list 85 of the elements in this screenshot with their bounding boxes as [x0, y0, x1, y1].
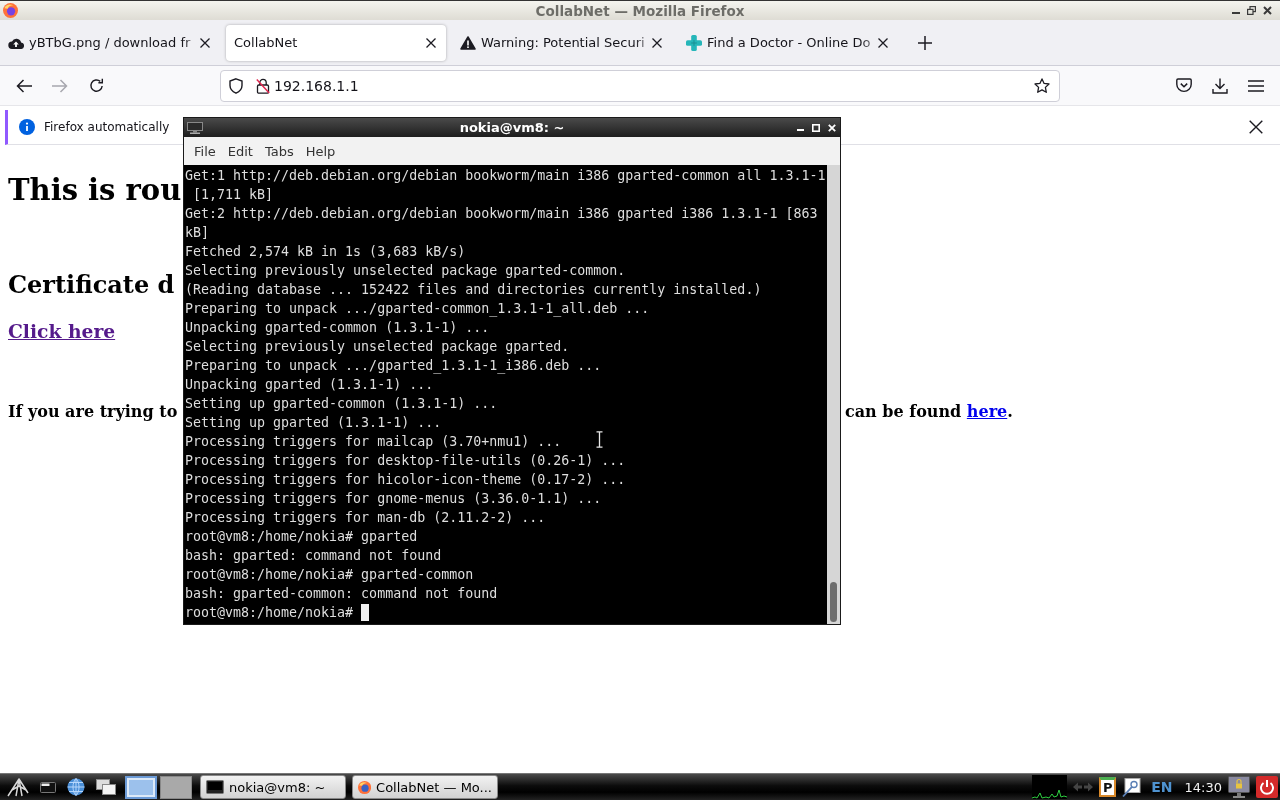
window-title: CollabNet — Mozilla Firefox — [535, 2, 745, 19]
warning-icon — [460, 35, 476, 50]
start-menu-icon[interactable] — [7, 777, 29, 797]
cloud-upload-icon — [8, 36, 24, 49]
text-cursor-icon — [596, 431, 603, 448]
browser-tab[interactable]: Warning: Potential Securi — [452, 24, 672, 61]
browser-tab[interactable]: CollabNet — [226, 24, 446, 61]
terminal-line: Unpacking gparted-common (1.3.1-1) ... — [185, 319, 490, 337]
close-icon[interactable] — [426, 37, 436, 48]
task-button[interactable]: nokia@vm8: ~ — [200, 775, 346, 799]
browser-logo-icon — [358, 778, 372, 796]
terminal-line: Processing triggers for desktop-file-utils (0.26-1) ... — [185, 452, 626, 470]
clipboard-button[interactable]: P — [1099, 777, 1117, 797]
terminal-line: [1,711 kB] — [192, 186, 274, 204]
back-arrow-icon[interactable] — [16, 78, 32, 93]
here-link[interactable]: here — [966, 402, 1008, 421]
lock-icon[interactable] — [256, 77, 270, 94]
overlapping-windows-icon[interactable] — [96, 779, 116, 795]
scrollbar-thumb[interactable] — [830, 582, 837, 622]
globe-icon[interactable] — [67, 778, 85, 796]
task-button[interactable]: CollabNet — Mo... — [352, 775, 498, 799]
terminal-line: Processing triggers for gnome-menus (3.36.0-1.1) ... — [185, 490, 602, 508]
browser-tab[interactable]: yBTbG.png / download fr — [0, 24, 220, 61]
restore-icon[interactable] — [1247, 6, 1256, 15]
close-icon[interactable] — [1263, 6, 1272, 15]
plus-icon[interactable] — [918, 35, 932, 50]
menu-item[interactable]: Tabs — [258, 143, 300, 159]
magnifier-icon[interactable] — [1122, 777, 1142, 797]
terminal-line: Preparing to unpack .../gparted-common_1.3.1-1_all.deb ... — [185, 300, 650, 318]
clock: 14:30 — [1184, 779, 1222, 795]
power-icon[interactable] — [1256, 776, 1278, 798]
info-icon — [19, 119, 35, 135]
browser-logo-icon — [3, 3, 18, 18]
close-icon[interactable] — [878, 37, 888, 48]
close-icon[interactable] — [652, 37, 662, 48]
shield-icon[interactable] — [229, 77, 243, 94]
terminal-line: Get:2 http://deb.debian.org/debian bookworm/main i386 gparted i386 1.3.1-1 [863 — [185, 205, 818, 223]
terminal-line: Unpacking gparted (1.3.1-1) ... — [185, 376, 434, 394]
note-text: If you are trying to — [8, 402, 178, 421]
terminal-line: Setting up gparted (1.3.1-1) ... — [185, 414, 442, 432]
desktop-button[interactable] — [160, 775, 192, 799]
desktop-button[interactable] — [125, 775, 157, 799]
page-link[interactable]: Click here — [8, 320, 116, 342]
cross-icon — [686, 34, 702, 51]
monitor-lock-icon[interactable] — [1228, 776, 1250, 798]
reload-icon[interactable] — [88, 78, 104, 93]
terminal-line: Get:1 http://deb.debian.org/debian bookworm/main i386 gparted-common all 1.3.1-1 — [185, 167, 826, 185]
terminal-line: Processing triggers for man-db (2.11.2-2) ... — [185, 509, 546, 527]
maximize-icon[interactable] — [812, 123, 820, 132]
terminal-line: bash: gparted-common: command not found — [185, 585, 498, 603]
url-field[interactable]: 192.168.1.1 — [220, 69, 1060, 102]
page-heading: This is rou — [8, 172, 182, 209]
terminal-line: Selecting previously unselected package gparted-common. — [185, 262, 626, 280]
terminal-line: (Reading database ... 152422 files and directories currently installed.) — [185, 281, 762, 299]
menu-icon[interactable] — [1248, 79, 1264, 92]
terminal-line: bash: gparted: command not found — [185, 547, 442, 565]
terminal-line: Fetched 2,574 kB in 1s (3,683 kB/s) — [185, 243, 466, 261]
close-icon[interactable] — [200, 37, 210, 48]
terminal-line: Setting up gparted-common (1.3.1-1) ... — [185, 395, 498, 413]
terminal-line: root@vm8:/home/nokia# gparted-common — [185, 566, 474, 584]
terminal-line: Processing triggers for mailcap (3.70+nmu1) ... — [185, 433, 562, 451]
window-icon[interactable] — [40, 781, 56, 793]
monitor-icon — [187, 121, 203, 134]
browser-tab[interactable]: Find a Doctor - Online Do — [678, 24, 898, 61]
terminal-title: nokia@vm8: ~ — [459, 120, 565, 135]
cpu-usage-graph — [1032, 775, 1068, 799]
terminal-line: root@vm8:/home/nokia# — [185, 604, 354, 622]
terminal-line: Selecting previously unselected package gparted. — [185, 338, 570, 356]
terminal-icon — [206, 780, 224, 794]
star-icon[interactable] — [1034, 77, 1050, 94]
terminal-line: Preparing to unpack .../gparted_1.3.1-1_i386.deb ... — [185, 357, 602, 375]
page-subheading: Certificate d — [8, 271, 175, 299]
terminal-line: root@vm8:/home/nokia# gparted — [185, 528, 418, 546]
terminal-line: Processing triggers for hicolor-icon-theme (0.17-2) ... — [185, 471, 626, 489]
block-cursor-icon — [361, 604, 370, 621]
note-text: can be found here. — [845, 402, 1013, 421]
keyboard-layout-indicator[interactable]: EN — [1151, 779, 1173, 795]
pouch-icon[interactable] — [1176, 78, 1192, 93]
terminal-line: kB] — [185, 224, 210, 242]
close-icon[interactable] — [1249, 120, 1263, 134]
download-icon[interactable] — [1212, 77, 1228, 94]
menu-item[interactable]: Help — [299, 143, 342, 159]
menu-item[interactable]: File — [188, 143, 222, 159]
notification-text: Firefox automatically — [44, 120, 170, 134]
menu-item[interactable]: Edit — [221, 143, 259, 159]
